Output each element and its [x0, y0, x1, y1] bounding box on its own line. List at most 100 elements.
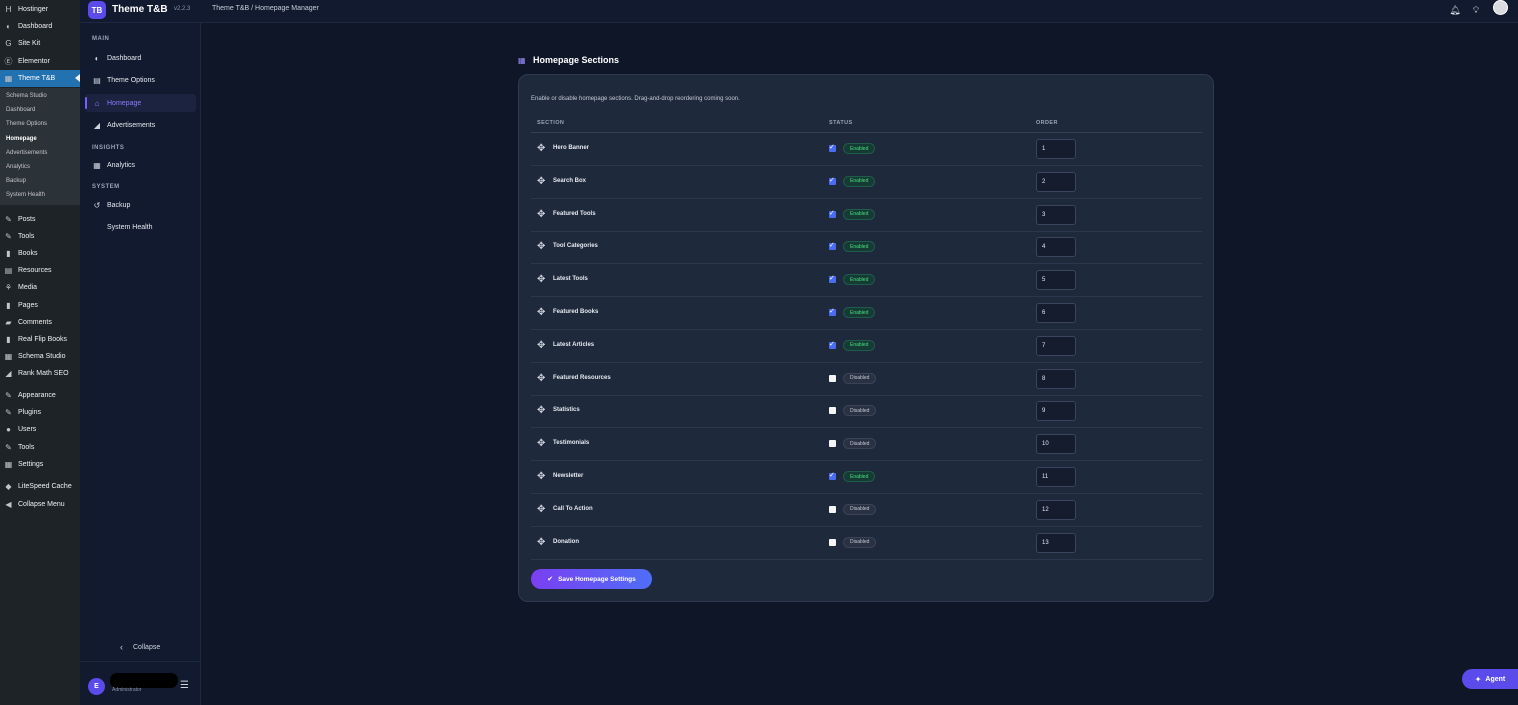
- drag-handle-icon[interactable]: ✥: [537, 537, 545, 548]
- wp-menu-tools[interactable]: ✎ Tools: [0, 439, 80, 456]
- drag-handle-icon[interactable]: ✥: [537, 307, 545, 318]
- enable-checkbox[interactable]: [829, 307, 836, 316]
- wp-menu-media[interactable]: ⚘ Media: [0, 279, 80, 296]
- nav-item-advertisements[interactable]: ◢ Advertisements: [85, 116, 196, 134]
- wp-menu-elementor[interactable]: Ⓔ Elementor: [0, 53, 80, 70]
- drag-handle-icon[interactable]: ✥: [537, 241, 545, 252]
- order-input[interactable]: 13: [1036, 532, 1076, 553]
- enable-checkbox[interactable]: [829, 471, 836, 480]
- lightbulb-icon[interactable]: 💡︎: [1470, 4, 1482, 16]
- order-input[interactable]: 3: [1036, 204, 1076, 225]
- wp-submenu-dashboard[interactable]: Dashboard: [0, 103, 80, 118]
- save-homepage-settings-button[interactable]: ✔ Save Homepage Settings: [531, 569, 652, 589]
- bell-icon[interactable]: 🔔︎: [1449, 4, 1461, 16]
- breadcrumb: Theme T&B / Homepage Manager: [212, 5, 319, 12]
- wp-menu-dashboard[interactable]: ◐ Dashboard: [0, 18, 80, 35]
- enable-checkbox[interactable]: [829, 143, 836, 152]
- nav-item-theme-options[interactable]: ▤ Theme Options: [85, 71, 196, 89]
- wp-submenu-system-health[interactable]: System Health: [0, 188, 80, 203]
- wp-menu-label: Real Flip Books: [18, 335, 68, 343]
- wp-submenu-schema-studio[interactable]: Schema Studio: [0, 89, 80, 103]
- wp-menu-posts[interactable]: ✎ Posts: [0, 211, 80, 228]
- wp-menu-resources[interactable]: ▤ Resources: [0, 262, 80, 279]
- drag-handle-icon[interactable]: ✥: [537, 340, 545, 351]
- order-input[interactable]: 8: [1036, 368, 1076, 389]
- wp-submenu-homepage[interactable]: Homepage: [0, 131, 80, 146]
- nav-item-system-health[interactable]: System Health: [85, 218, 196, 236]
- order-input[interactable]: 7: [1036, 335, 1076, 356]
- drag-handle-icon[interactable]: ✥: [537, 209, 545, 220]
- wp-menu-site-kit[interactable]: G Site Kit: [0, 35, 80, 52]
- drag-handle-icon[interactable]: ✥: [537, 438, 545, 449]
- nav-item-label: Theme Options: [107, 76, 155, 84]
- enable-checkbox[interactable]: [829, 374, 836, 382]
- enable-checkbox[interactable]: [829, 407, 836, 415]
- wp-menu-theme-t-b[interactable]: ▦ Theme T&B: [0, 69, 80, 87]
- drag-handle-icon[interactable]: ✥: [537, 405, 545, 416]
- drag-handle-icon[interactable]: ✥: [537, 176, 545, 187]
- enable-checkbox[interactable]: [829, 241, 836, 251]
- agent-button[interactable]: ✦ Agent: [1462, 669, 1518, 689]
- dashboard-icon: ◐: [94, 53, 100, 63]
- order-input[interactable]: 1: [1036, 139, 1076, 159]
- collapse-button[interactable]: ‹ Collapse: [120, 642, 160, 652]
- table-row: ✥ Newsletter Enabled 11: [531, 461, 1202, 494]
- wp-submenu-backup[interactable]: Backup: [0, 174, 80, 189]
- wp-menu-label: Collapse Menu: [18, 501, 65, 508]
- wp-menu-appearance[interactable]: ✎ Appearance: [0, 387, 80, 404]
- order-input[interactable]: 4: [1036, 237, 1076, 258]
- wp-menu-litespeed-cache[interactable]: ◆ LiteSpeed Cache: [0, 478, 80, 495]
- order-input[interactable]: 6: [1036, 303, 1076, 323]
- section-name: Hero Banner: [553, 145, 590, 151]
- enable-checkbox[interactable]: [829, 340, 836, 349]
- wp-menu-books[interactable]: ▮ Books: [0, 245, 80, 262]
- wp-submenu-theme-options[interactable]: Theme Options: [0, 117, 80, 132]
- order-input[interactable]: 12: [1036, 499, 1076, 520]
- enable-checkbox[interactable]: [829, 209, 836, 218]
- drag-handle-icon[interactable]: ✥: [537, 373, 545, 384]
- drag-handle-icon[interactable]: ✥: [537, 504, 545, 515]
- enable-checkbox[interactable]: [829, 440, 836, 448]
- wp-menu-users[interactable]: ● Users: [0, 421, 80, 438]
- wp-menu-collapse-menu[interactable]: ◀ Collapse Menu: [0, 496, 80, 513]
- user-avatar[interactable]: E: [88, 678, 105, 695]
- nav-item-dashboard[interactable]: ◐ Dashboard: [85, 49, 196, 67]
- wp-menu-schema-studio[interactable]: ▦ Schema Studio: [0, 348, 80, 365]
- drag-handle-icon[interactable]: ✥: [537, 143, 545, 154]
- order-input[interactable]: 5: [1036, 270, 1076, 291]
- wp-menu-hostinger[interactable]: H Hostinger: [0, 1, 80, 18]
- drag-handle-icon[interactable]: ✥: [537, 471, 545, 482]
- tools-icon: ✎: [5, 442, 12, 452]
- enable-checkbox[interactable]: [829, 176, 836, 185]
- page-title-text: Homepage Sections: [533, 55, 620, 65]
- menu-icon[interactable]: ☰: [180, 680, 189, 691]
- avatar[interactable]: [1493, 0, 1508, 15]
- app-logo: TB: [88, 1, 106, 19]
- wp-menu-tools[interactable]: ✎ Tools: [0, 228, 80, 245]
- wp-menu-settings[interactable]: ▦ Settings: [0, 456, 80, 473]
- table-row: ✥ Donation Disabled 13: [531, 527, 1202, 560]
- wp-menu-comments[interactable]: ▰ Comments: [0, 314, 80, 331]
- order-input[interactable]: 9: [1036, 401, 1076, 422]
- nav-item-backup[interactable]: ↺ Backup: [85, 196, 196, 214]
- nav-item-homepage[interactable]: ⌂ Homepage: [85, 94, 196, 112]
- order-input[interactable]: 11: [1036, 467, 1076, 487]
- wp-submenu-analytics[interactable]: Analytics: [0, 160, 80, 174]
- wp-submenu-advertisements[interactable]: Advertisements: [0, 145, 80, 160]
- wp-menu-pages[interactable]: ▮ Pages: [0, 297, 80, 314]
- wp-menu-label: Resources: [18, 267, 52, 275]
- table-row: ✥ Tool Categories Enabled 4: [531, 231, 1202, 265]
- media-icon: ⚘: [4, 283, 13, 293]
- top-bar: TB Theme T&B v2.2.3 Theme T&B / Homepage…: [80, 0, 1518, 23]
- enable-checkbox[interactable]: [829, 505, 836, 513]
- order-input[interactable]: 10: [1036, 434, 1076, 455]
- wp-menu-rank-math-seo[interactable]: ◢ Rank Math SEO: [0, 365, 80, 382]
- order-input[interactable]: 2: [1036, 171, 1076, 192]
- wp-menu-real-flip-books[interactable]: ▮ Real Flip Books: [0, 331, 80, 348]
- nav-item-analytics[interactable]: ▦ Analytics: [85, 156, 196, 174]
- table-row: ✥ Featured Tools Enabled 3: [531, 199, 1202, 232]
- drag-handle-icon[interactable]: ✥: [537, 274, 545, 285]
- wp-menu-plugins[interactable]: ✎ Plugins: [0, 404, 80, 421]
- enable-checkbox[interactable]: [829, 274, 836, 284]
- enable-checkbox[interactable]: [829, 538, 836, 546]
